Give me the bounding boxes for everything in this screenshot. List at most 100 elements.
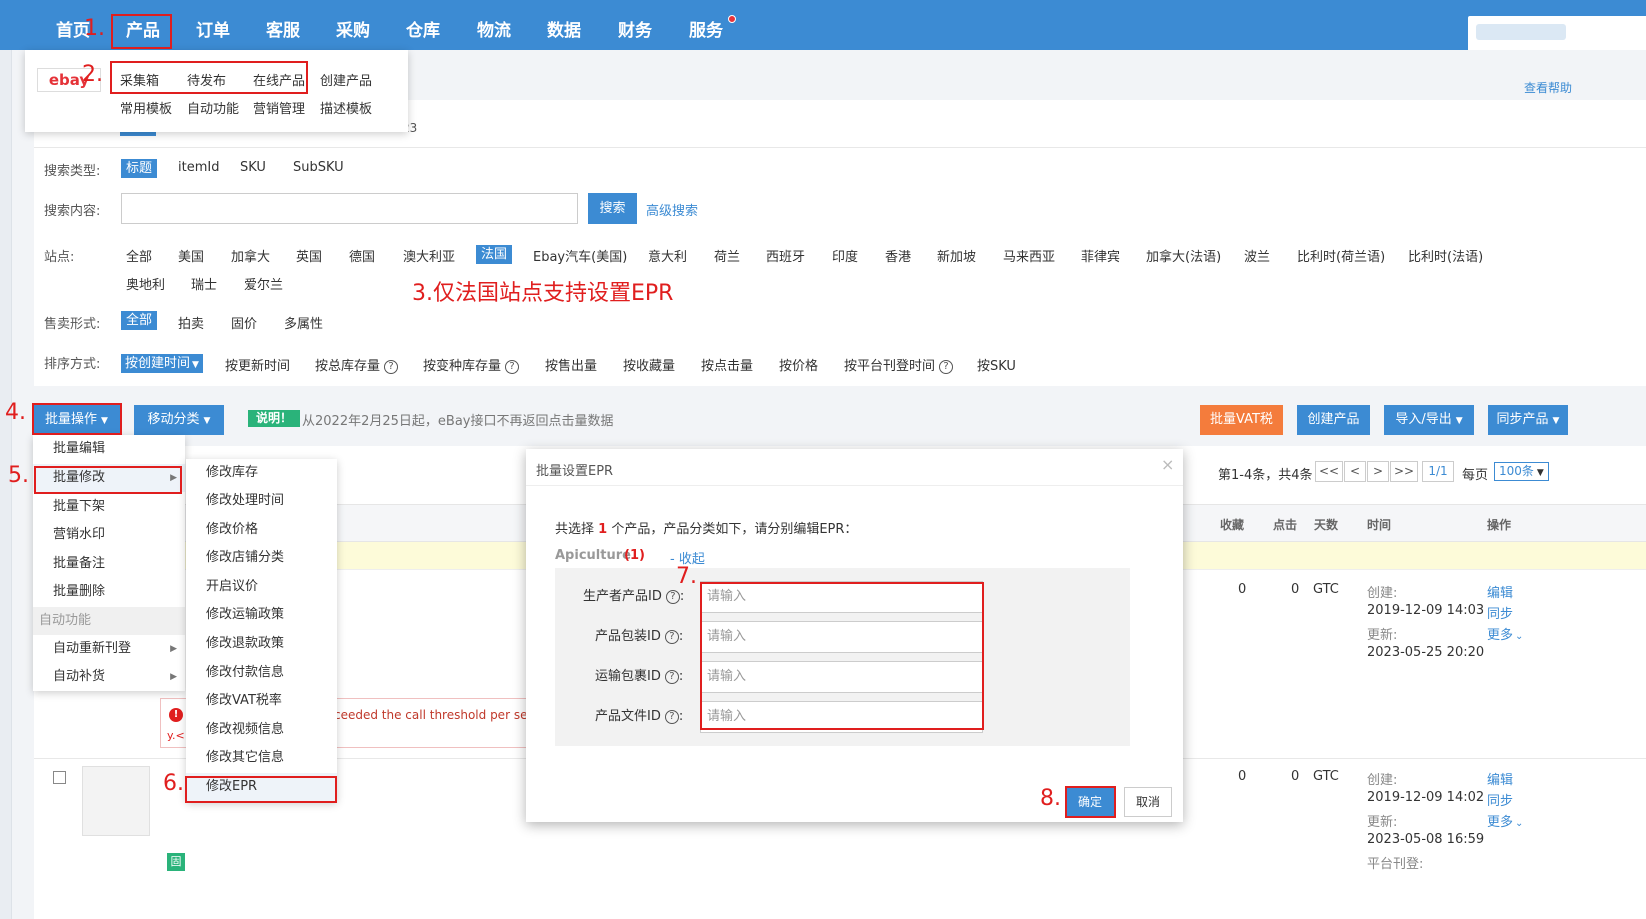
search-type-subsku[interactable]: SubSKU [293,160,344,175]
modify-shipping-policy[interactable]: 修改运输政策 [186,601,337,629]
modify-return-policy[interactable]: 修改退款政策 [186,630,337,658]
menu-create[interactable]: 创建产品 [320,70,372,89]
move-category-button[interactable]: 移动分类 ▼ [134,405,224,435]
modify-video[interactable]: 修改视频信息 [186,716,337,744]
search-button[interactable]: 搜索 [588,193,637,224]
site-ca-fr[interactable]: 加拿大(法语) [1146,246,1221,265]
nav-logistics[interactable]: 物流 [477,0,511,50]
batch-delist[interactable]: 批量下架 [33,493,185,521]
help-icon[interactable]: ? [664,669,679,684]
site-au[interactable]: 澳大利亚 [403,246,455,265]
nav-services[interactable]: 服务 [689,0,723,50]
advanced-search-link[interactable]: 高级搜索 [646,200,698,219]
pagination-last[interactable]: >> [1390,461,1418,482]
nav-orders[interactable]: 订单 [196,0,230,50]
site-be-fr[interactable]: 比利时(法语) [1408,246,1483,265]
search-type-sku[interactable]: SKU [240,160,266,175]
create-product-button[interactable]: 创建产品 [1297,405,1370,435]
nav-finance[interactable]: 财务 [618,0,652,50]
site-fr[interactable]: 法国 [476,245,513,264]
nav-service[interactable]: 客服 [266,0,300,50]
sell-type-all[interactable]: 全部 [121,311,158,330]
help-icon[interactable]: ? [384,359,399,374]
sync-product-button[interactable]: 同步产品 ▼ [1488,405,1568,435]
menu-auto[interactable]: 自动功能 [187,98,239,117]
row-sync-link[interactable]: 同步 [1487,603,1513,622]
menu-marketing[interactable]: 营销管理 [253,98,305,117]
cancel-button[interactable]: 取消 [1124,787,1172,817]
help-icon[interactable]: ? [939,359,954,374]
sort-variant-stock[interactable]: 按变种库存量? [423,355,520,374]
sort-sku[interactable]: 按SKU [977,355,1016,374]
site-pl[interactable]: 波兰 [1244,246,1270,265]
watermark[interactable]: 营销水印 [33,521,185,549]
site-be-nl[interactable]: 比利时(荷兰语) [1297,246,1385,265]
sort-selected[interactable]: 按创建时间 ▼ [121,354,203,373]
site-nl[interactable]: 荷兰 [714,246,740,265]
site-uk[interactable]: 英国 [296,246,322,265]
modify-price[interactable]: 修改价格 [186,516,337,544]
site-hk[interactable]: 香港 [885,246,911,265]
product-thumbnail[interactable] [82,766,150,836]
site-ph[interactable]: 菲律宾 [1081,246,1120,265]
modify-store-category[interactable]: 修改店铺分类 [186,544,337,572]
batch-edit[interactable]: 批量编辑 [33,435,185,463]
site-all[interactable]: 全部 [126,246,152,265]
sort-price[interactable]: 按价格 [779,355,818,374]
help-icon[interactable]: ? [664,629,679,644]
row-sync-link[interactable]: 同步 [1487,790,1513,809]
nav-warehouse[interactable]: 仓库 [406,0,440,50]
sort-favorites[interactable]: 按收藏量 [623,355,675,374]
sort-updated[interactable]: 按更新时间 [225,355,290,374]
help-icon[interactable]: ? [665,589,680,604]
help-icon[interactable]: ? [505,359,520,374]
sort-total-stock[interactable]: 按总库存量? [315,355,399,374]
sort-sold[interactable]: 按售出量 [545,355,597,374]
site-de[interactable]: 德国 [349,246,375,265]
site-es[interactable]: 西班牙 [766,246,805,265]
nav-purchase[interactable]: 采购 [336,0,370,50]
sell-type-auction[interactable]: 拍卖 [178,313,204,332]
site-ca[interactable]: 加拿大 [231,246,270,265]
site-ebay-motors[interactable]: Ebay汽车(美国) [533,246,627,265]
search-type-title[interactable]: 标题 [121,159,158,178]
pagination-prev[interactable]: < [1344,461,1366,482]
pagination-page[interactable]: 1/1 [1422,461,1454,482]
per-page-select[interactable]: 100条 ▼ [1494,462,1549,481]
auto-relist[interactable]: 自动重新刊登 ▶ [33,635,185,663]
row-more-link[interactable]: 更多 ⌄ [1487,624,1523,643]
sell-type-variations[interactable]: 多属性 [284,313,323,332]
sort-clicks[interactable]: 按点击量 [701,355,753,374]
import-export-button[interactable]: 导入/导出 ▼ [1384,405,1474,435]
modify-other[interactable]: 修改其它信息 [186,744,337,772]
row-checkbox[interactable] [53,771,66,784]
row-more-link[interactable]: 更多 ⌄ [1487,811,1523,830]
search-input[interactable] [121,193,578,224]
batch-vat-button[interactable]: 批量VAT税 [1200,405,1283,435]
site-us[interactable]: 美国 [178,246,204,265]
site-it[interactable]: 意大利 [648,246,687,265]
row-edit-link[interactable]: 编辑 [1487,769,1513,788]
close-icon[interactable]: × [1161,455,1174,474]
modify-vat-rate[interactable]: 修改VAT税率 [186,687,337,715]
site-ie[interactable]: 爱尔兰 [244,274,283,293]
nav-data[interactable]: 数据 [547,0,581,50]
modify-handling-time[interactable]: 修改处理时间 [186,487,337,515]
sort-listing-time[interactable]: 按平台刊登时间? [844,355,954,374]
site-at[interactable]: 奥地利 [126,274,165,293]
search-type-itemid[interactable]: itemId [178,160,219,175]
help-link[interactable]: 查看帮助 [1524,79,1572,96]
pagination-first[interactable]: << [1315,461,1343,482]
help-icon[interactable]: ? [664,709,679,724]
pagination-next[interactable]: > [1367,461,1389,482]
menu-description[interactable]: 描述模板 [320,98,372,117]
modify-stock[interactable]: 修改库存 [186,459,337,487]
auto-restock[interactable]: 自动补货 ▶ [33,663,185,691]
account-box[interactable] [1468,16,1646,50]
site-ch[interactable]: 瑞士 [191,274,217,293]
sell-type-fixed[interactable]: 固价 [231,313,257,332]
site-sg[interactable]: 新加坡 [937,246,976,265]
batch-note[interactable]: 批量备注 [33,550,185,578]
enable-best-offer[interactable]: 开启议价 [186,573,337,601]
batch-delete[interactable]: 批量删除 [33,578,185,606]
